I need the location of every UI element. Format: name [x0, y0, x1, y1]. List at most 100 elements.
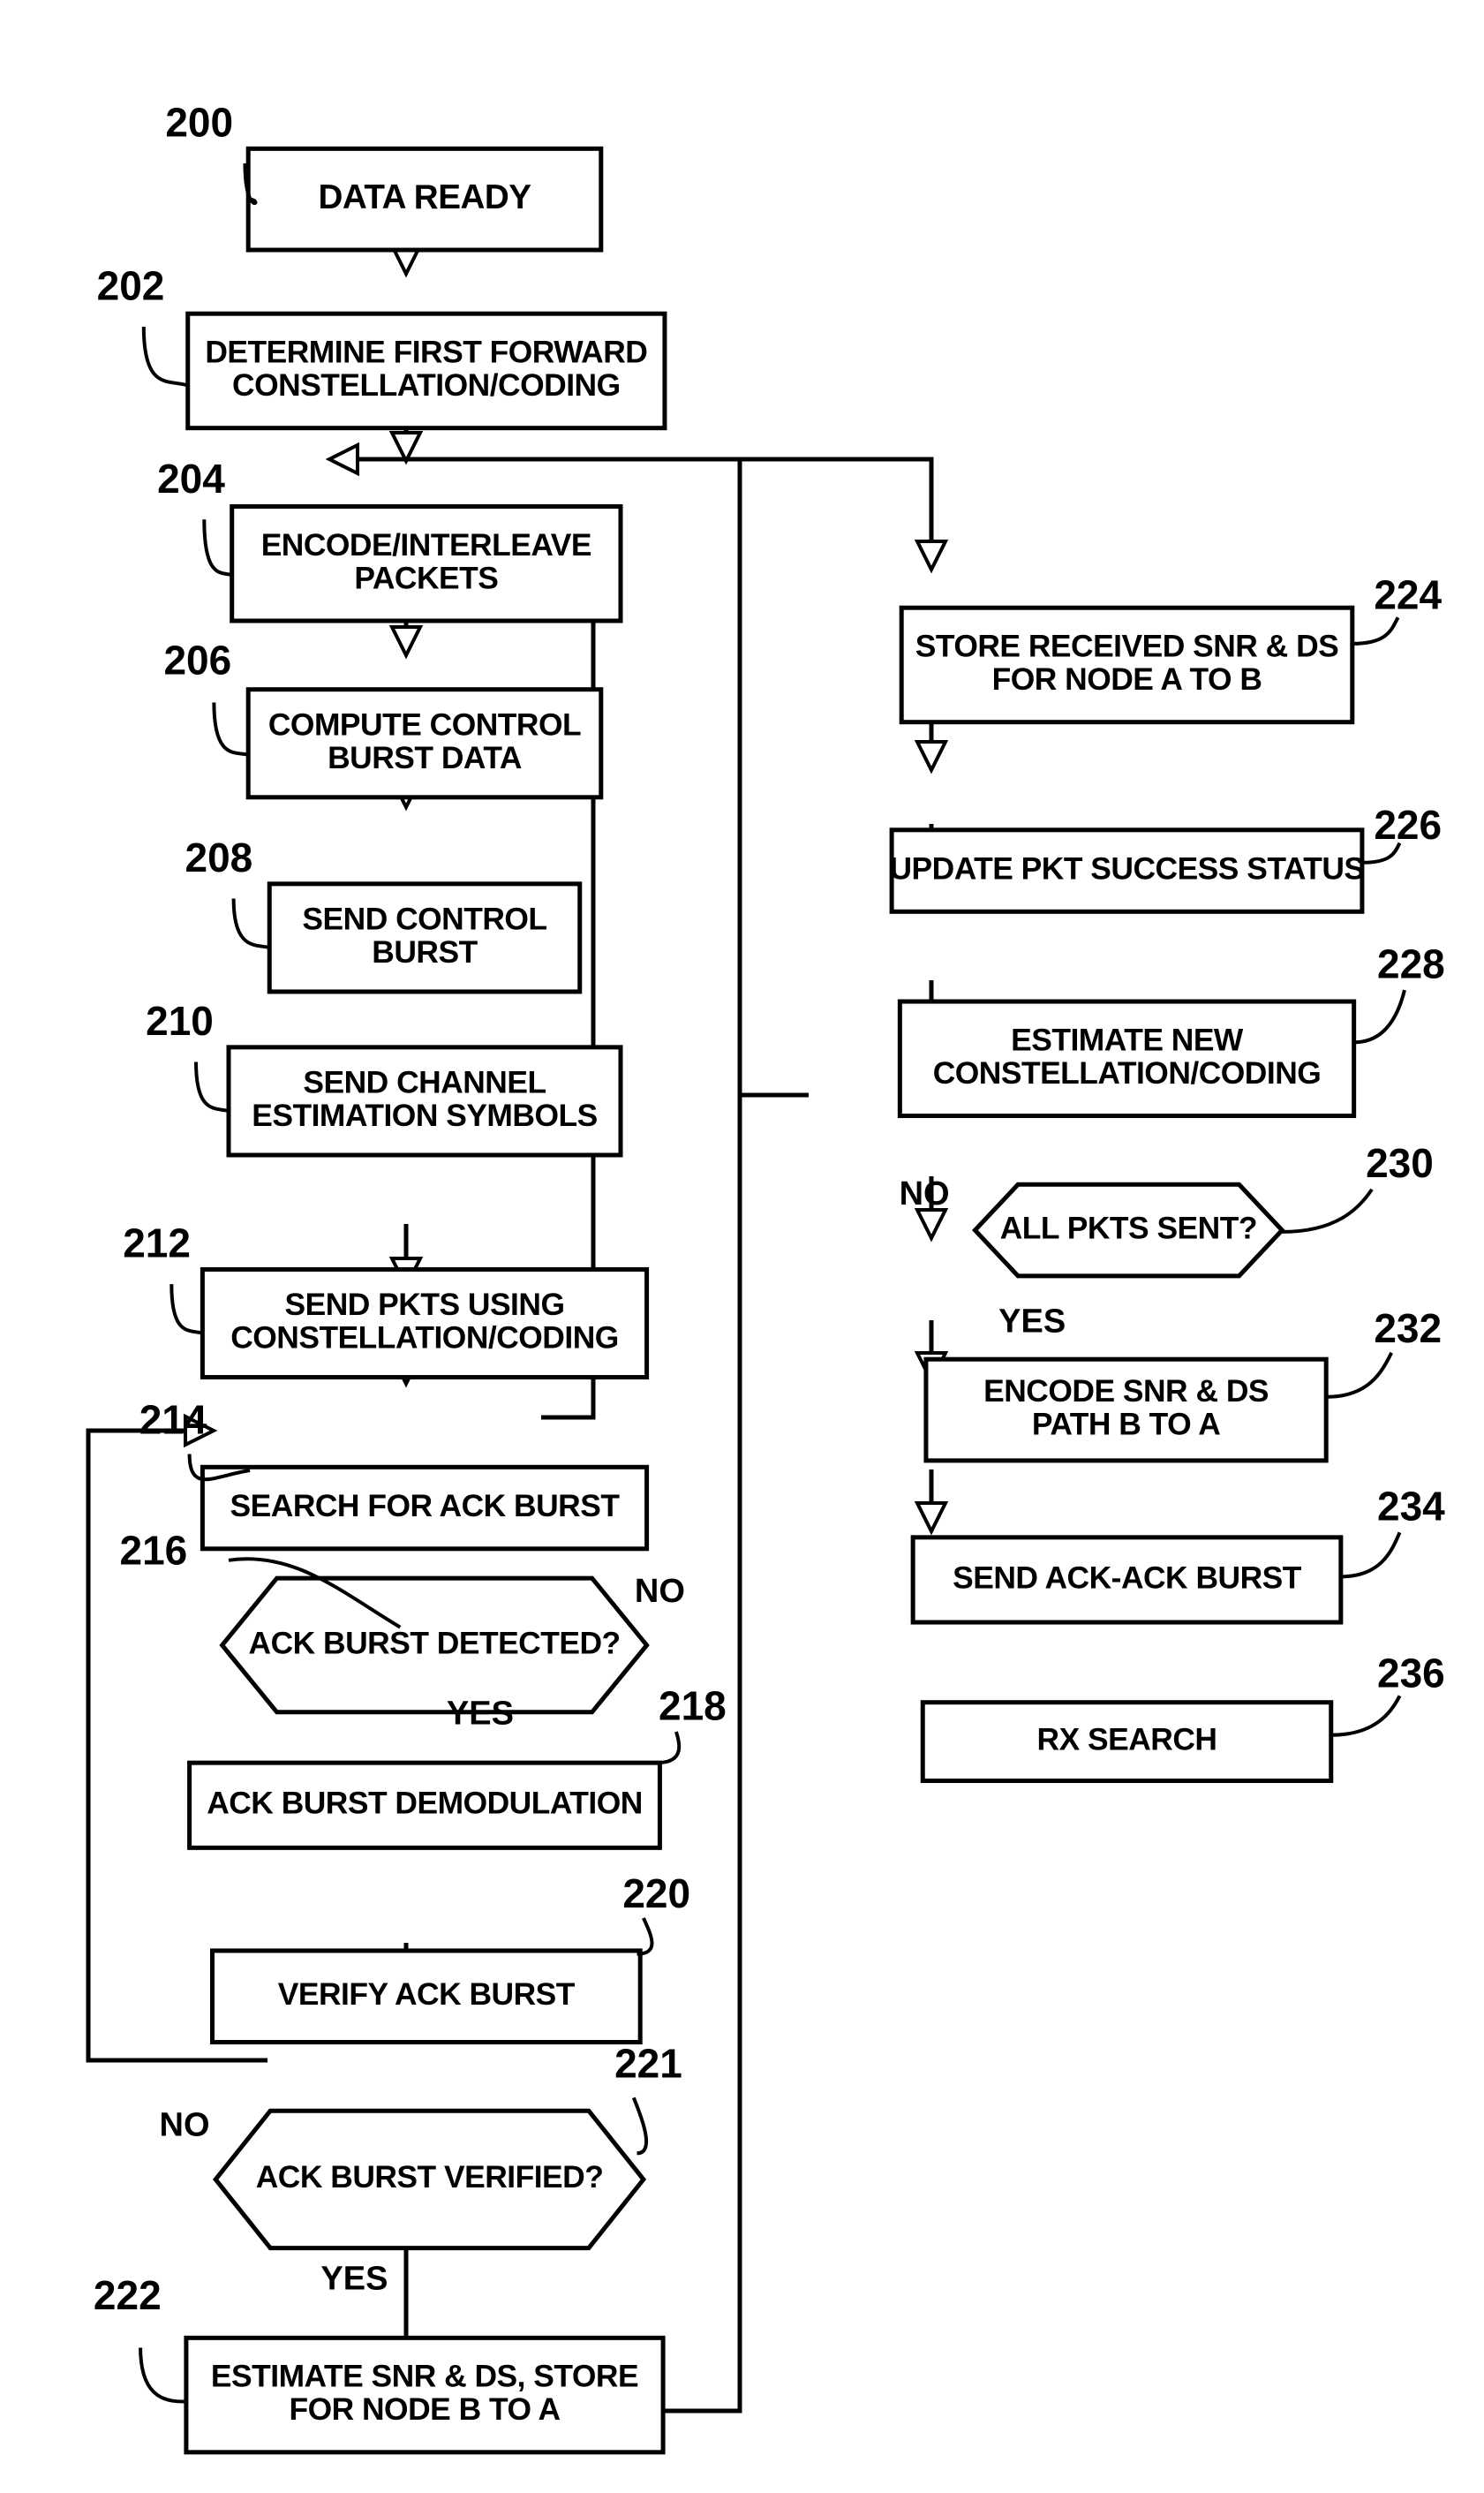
node-label: BURST — [372, 934, 478, 970]
flow-node-236[interactable]: RX SEARCH — [920, 1700, 1334, 1783]
reference-number: 206 — [163, 637, 231, 683]
reference-numeral-230: 230 — [1282, 1140, 1434, 1234]
reference-numeral-226: 226 — [1361, 802, 1442, 865]
leader-line — [631, 2096, 648, 2156]
leader-line — [656, 1731, 682, 1765]
flow-node-214[interactable]: SEARCH FOR ACK BURST — [200, 1464, 650, 1552]
arrowhead-down — [388, 625, 424, 660]
reference-numeral-232: 232 — [1326, 1305, 1442, 1399]
arrowhead-left — [325, 442, 359, 477]
node-label: SEARCH FOR ACK BURST — [230, 1488, 621, 1523]
leader-line — [194, 1061, 230, 1113]
leader-line — [1353, 989, 1406, 1045]
reference-number: 234 — [1377, 1484, 1445, 1530]
node-label: PATH B TO A — [1032, 1407, 1220, 1442]
reference-numeral-220: 220 — [622, 1870, 690, 1956]
edge-label-no-221: NO — [160, 2107, 210, 2144]
reference-number: 224 — [1374, 571, 1442, 617]
node-label: ESTIMATION SYMBOLS — [252, 1098, 597, 1133]
leader-line — [1340, 1531, 1402, 1579]
flow-node-228[interactable]: ESTIMATE NEWCONSTELLATION/CODING — [897, 999, 1357, 1119]
node-label: STORE RECEIVED SNR & DS — [915, 629, 1338, 664]
reference-numeral-228: 228 — [1353, 941, 1445, 1045]
node-label: ALL PKTS SENT? — [1000, 1210, 1257, 1245]
node-label: RX SEARCH — [1037, 1721, 1217, 1756]
flow-node-220[interactable]: VERIFY ACK BURST — [210, 1948, 643, 2044]
arrowhead-down — [914, 1208, 949, 1243]
flow-node-232[interactable]: ENCODE SNR & DSPATH B TO A — [923, 1356, 1329, 1463]
flow-node-210[interactable]: SEND CHANNELESTIMATION SYMBOLS — [226, 1045, 623, 1158]
reference-number: 212 — [123, 1220, 191, 1266]
leader-line — [141, 326, 189, 388]
flow-node-222[interactable]: ESTIMATE SNR & DS, STOREFOR NODE B TO A — [184, 2335, 666, 2455]
leader-line — [231, 898, 270, 949]
reference-number: 226 — [1374, 802, 1442, 848]
edge-label-yes-216: YES — [447, 1696, 514, 1733]
edge-top-bus-to-224 — [740, 457, 934, 541]
node-label: SEND PKTS USING — [285, 1287, 565, 1322]
edge-label-no-230: NO — [900, 1175, 950, 1213]
node-label: ESTIMATE SNR & DS, STORE — [211, 2359, 638, 2394]
reference-number: 230 — [1366, 1140, 1434, 1186]
reference-number: 214 — [139, 1397, 207, 1443]
reference-number: 210 — [146, 998, 214, 1044]
reference-number: 216 — [120, 1528, 188, 1574]
node-label: SEND CONTROL — [302, 901, 546, 936]
reference-numeral-206: 206 — [163, 637, 249, 757]
node-label: PACKETS — [354, 560, 498, 595]
reference-number: 208 — [185, 835, 253, 880]
flow-node-200[interactable]: DATA READY — [245, 146, 604, 253]
node-label: SEND CHANNEL — [303, 1064, 546, 1099]
flow-node-226[interactable]: UPDATE PKT SUCCESS STATUS — [889, 827, 1365, 914]
flow-node-221[interactable]: ACK BURST VERIFIED? — [213, 2108, 647, 2251]
leader-line — [139, 2347, 186, 2404]
reference-numeral-218: 218 — [656, 1682, 727, 1765]
arrowhead-down — [914, 740, 949, 774]
leader-line — [169, 1284, 203, 1335]
node-label: UPDATE PKT SUCCESS STATUS — [889, 850, 1364, 886]
node-label: CONSTELLATION/CODING — [933, 1055, 1322, 1091]
reference-numeral-200: 200 — [165, 100, 258, 206]
node-label: ENCODE SNR & DS — [983, 1373, 1269, 1409]
node-label: FOR NODE B TO A — [289, 2391, 560, 2427]
leader-line — [1330, 1695, 1402, 1737]
node-label: DATA READY — [319, 178, 532, 216]
reference-numeral-208: 208 — [185, 835, 270, 949]
nodes-group: DATA READY200DETERMINE FIRST FORWARDCONS… — [94, 100, 1445, 2455]
node-label: ACK BURST DEMODULATION — [207, 1786, 643, 1821]
flow-node-212[interactable]: SEND PKTS USINGCONSTELLATION/CODING — [200, 1266, 650, 1380]
leader-line — [1326, 1351, 1393, 1399]
flow-node-202[interactable]: DETERMINE FIRST FORWARDCONSTELLATION/COD… — [185, 311, 667, 431]
reference-number: 202 — [97, 263, 165, 309]
flow-node-216[interactable]: ACK BURST DETECTED? — [219, 1575, 650, 1715]
reference-number: 220 — [622, 1870, 690, 1916]
node-label: ESTIMATE NEW — [1011, 1022, 1244, 1057]
reference-number: 222 — [94, 2272, 162, 2318]
leader-line — [202, 519, 233, 578]
reference-number: 228 — [1377, 941, 1445, 986]
arrowhead-down — [914, 1501, 949, 1536]
reference-number: 200 — [165, 100, 233, 146]
flow-node-206[interactable]: COMPUTE CONTROLBURST DATA — [245, 687, 604, 800]
flow-node-234[interactable]: SEND ACK-ACK BURST — [910, 1535, 1344, 1625]
reference-number: 218 — [659, 1682, 727, 1728]
flowchart-svg: DATA READY200DETERMINE FIRST FORWARDCONS… — [86, 100, 1445, 2455]
arrowhead-down — [914, 540, 949, 574]
flow-node-224[interactable]: STORE RECEIVED SNR & DSFOR NODE A TO B — [899, 605, 1355, 725]
flow-node-218[interactable]: ACK BURST DEMODULATION — [187, 1760, 662, 1850]
reference-number: 221 — [614, 2040, 682, 2086]
reference-numeral-202: 202 — [97, 263, 189, 388]
edge-label-yes-221: YES — [320, 2261, 388, 2298]
flow-node-208[interactable]: SEND CONTROLBURST — [267, 881, 583, 994]
leader-line — [212, 702, 249, 757]
node-label: COMPUTE CONTROL — [268, 706, 581, 742]
node-label: DETERMINE FIRST FORWARD — [205, 335, 647, 370]
flow-node-204[interactable]: ENCODE/INTERLEAVEPACKETS — [230, 504, 623, 623]
node-label: BURST DATA — [328, 740, 522, 775]
flow-node-230[interactable]: ALL PKTS SENT? — [972, 1182, 1285, 1279]
reference-numeral-234: 234 — [1340, 1484, 1445, 1579]
node-label: ENCODE/INTERLEAVE — [261, 527, 591, 563]
edge-label-yes-230: YES — [998, 1303, 1066, 1341]
reference-number: 232 — [1374, 1305, 1442, 1351]
edge-label-no-216: NO — [635, 1573, 685, 1610]
